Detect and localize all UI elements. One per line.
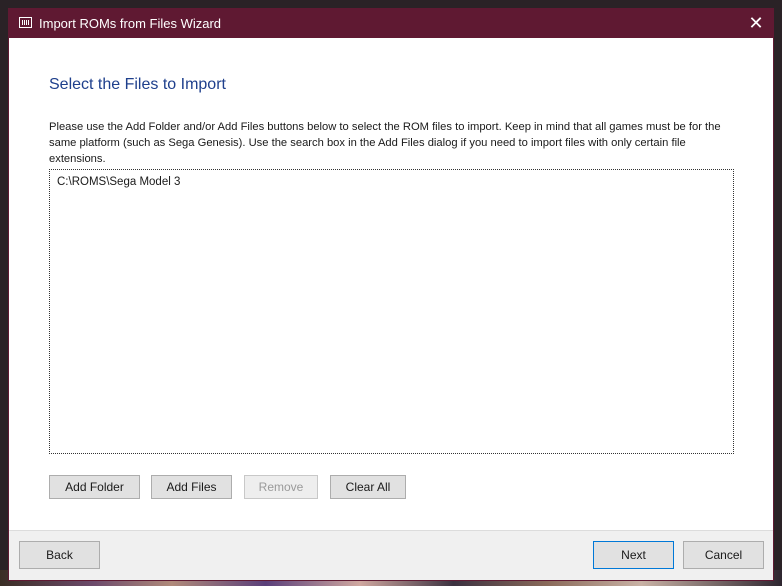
page-description: Please use the Add Folder and/or Add Fil… bbox=[49, 121, 721, 165]
back-button[interactable]: Back bbox=[19, 541, 100, 569]
wizard-window: Import ROMs from Files Wizard ✕ Select t… bbox=[8, 8, 774, 581]
page-title: Select the Files to Import bbox=[49, 76, 226, 93]
title-bar[interactable]: Import ROMs from Files Wizard ✕ bbox=[9, 9, 773, 38]
window-title: Import ROMs from Files Wizard bbox=[39, 16, 222, 31]
next-button[interactable]: Next bbox=[593, 541, 674, 569]
wizard-content: Select the Files to Import Please use th… bbox=[9, 38, 773, 530]
file-list[interactable]: C:\ROMS\Sega Model 3 bbox=[49, 169, 734, 454]
close-icon[interactable]: ✕ bbox=[739, 9, 773, 38]
cancel-button[interactable]: Cancel bbox=[683, 541, 764, 569]
add-folder-button[interactable]: Add Folder bbox=[49, 475, 140, 499]
footer-divider bbox=[9, 530, 773, 531]
clear-all-button[interactable]: Clear All bbox=[330, 475, 406, 499]
remove-button[interactable]: Remove bbox=[244, 475, 318, 499]
app-icon bbox=[19, 17, 32, 28]
list-item[interactable]: C:\ROMS\Sega Model 3 bbox=[57, 175, 180, 189]
add-files-button[interactable]: Add Files bbox=[151, 475, 232, 499]
